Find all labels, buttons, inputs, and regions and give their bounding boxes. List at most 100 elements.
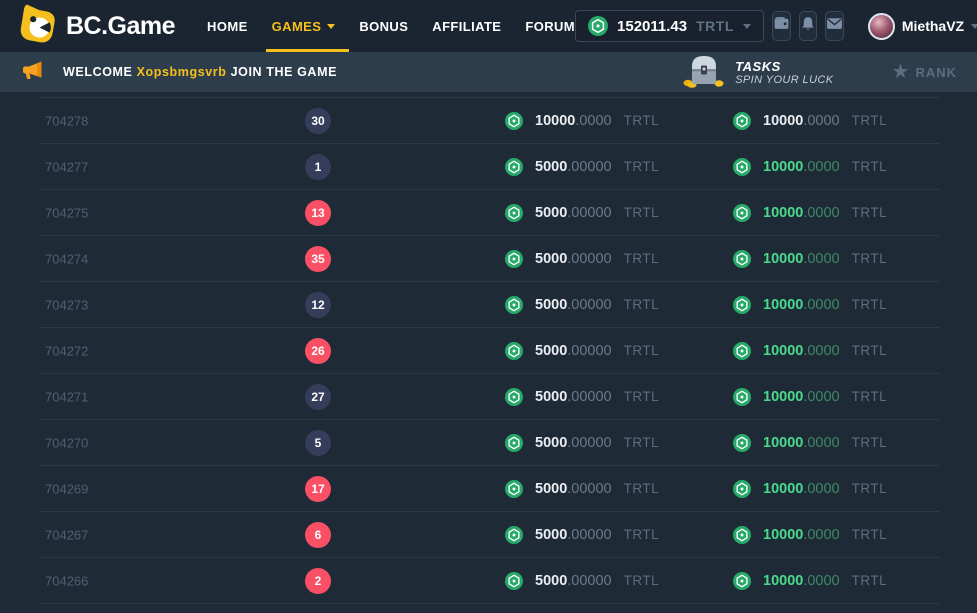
trtl-coin-icon xyxy=(733,158,751,176)
game-id: 704274 xyxy=(45,251,88,266)
wallet-icon xyxy=(773,15,790,37)
rank-widget[interactable]: ★ RANK xyxy=(892,62,958,82)
game-id: 704267 xyxy=(45,527,88,542)
table-row[interactable]: 704269 17 5000.00000 TRTL 10000.0 xyxy=(40,465,940,511)
game-id: 704277 xyxy=(45,159,88,174)
mail-icon xyxy=(826,15,843,37)
trtl-coin-icon xyxy=(733,250,751,268)
welcomed-username: Xopsbmgsvrb xyxy=(137,65,227,79)
result-number-badge: 26 xyxy=(305,338,331,364)
currency-label: TRTL xyxy=(624,251,660,266)
table-row[interactable]: 704273 12 5000.00000 TRTL 10000.0 xyxy=(40,281,940,327)
payout-amount: 10000.0000 TRTL xyxy=(733,204,887,222)
payout-amount: 10000.0000 TRTL xyxy=(733,388,887,406)
game-id: 704278 xyxy=(45,113,88,128)
table-row[interactable]: 704274 35 5000.00000 TRTL 10000.0 xyxy=(40,235,940,281)
result-number-badge: 12 xyxy=(305,292,331,318)
trtl-coin-icon xyxy=(733,204,751,222)
brand-text: BC.Game xyxy=(66,12,175,41)
game-id: 704273 xyxy=(45,297,88,312)
nav-bonus[interactable]: BONUS xyxy=(359,0,408,52)
messages-button[interactable] xyxy=(825,11,844,41)
tasks-title: TASKS xyxy=(735,59,833,74)
table-row[interactable]: 704266 2 5000.00000 TRTL 10000.00 xyxy=(40,557,940,603)
result-number-badge: 1 xyxy=(305,154,331,180)
top-header: BC.Game HOME GAMES BONUS AFFILIATE FORUM… xyxy=(0,0,977,52)
bcgame-logo[interactable]: BC.Game xyxy=(18,4,175,49)
result-number-badge: 35 xyxy=(305,246,331,272)
result-number-badge: 6 xyxy=(305,522,331,548)
trtl-coin-icon xyxy=(505,204,523,222)
currency-label: TRTL xyxy=(852,343,888,358)
bet-amount: 5000.00000 TRTL xyxy=(505,204,659,222)
table-row[interactable]: 704267 6 5000.00000 TRTL 10000.00 xyxy=(40,511,940,557)
star-icon: ★ xyxy=(892,62,910,82)
currency-label: TRTL xyxy=(624,389,660,404)
currency-label: TRTL xyxy=(624,435,660,450)
bell-icon xyxy=(800,16,816,37)
currency-label: TRTL xyxy=(624,113,660,128)
payout-amount: 10000.0000 TRTL xyxy=(733,526,887,544)
bet-amount: 5000.00000 TRTL xyxy=(505,480,659,498)
trtl-coin-icon xyxy=(733,112,751,130)
trtl-coin-icon xyxy=(505,250,523,268)
bet-amount: 5000.00000 TRTL xyxy=(505,572,659,590)
result-number-badge: 17 xyxy=(305,476,331,502)
payout-amount: 10000.0000 TRTL xyxy=(733,250,887,268)
game-id: 704266 xyxy=(45,573,88,588)
bets-table: 704278 30 10000.0000 TRTL 10000.0 xyxy=(40,97,940,604)
nav-affiliate[interactable]: AFFILIATE xyxy=(432,0,501,52)
balance-currency: TRTL xyxy=(696,18,734,34)
bet-amount: 5000.00000 TRTL xyxy=(505,296,659,314)
trtl-coin-icon xyxy=(505,112,523,130)
game-id: 704270 xyxy=(45,435,88,450)
payout-amount: 10000.0000 TRTL xyxy=(733,112,887,130)
currency-label: TRTL xyxy=(852,573,888,588)
user-menu[interactable]: MiethaVZ xyxy=(868,13,977,40)
wallet-button[interactable] xyxy=(772,11,791,41)
result-number-badge: 13 xyxy=(305,200,331,226)
currency-label: TRTL xyxy=(624,343,660,358)
tasks-subtitle: SPIN YOUR LUCK xyxy=(735,74,833,86)
currency-label: TRTL xyxy=(852,435,888,450)
table-row[interactable]: 704278 30 10000.0000 TRTL 10000.0 xyxy=(40,97,940,143)
currency-label: TRTL xyxy=(852,251,888,266)
bet-amount: 10000.0000 TRTL xyxy=(505,112,659,130)
chevron-down-icon xyxy=(971,24,977,29)
game-id: 704275 xyxy=(45,205,88,220)
payout-amount: 10000.0000 TRTL xyxy=(733,480,887,498)
notifications-button[interactable] xyxy=(799,11,817,41)
table-row[interactable]: 704275 13 5000.00000 TRTL 10000.0 xyxy=(40,189,940,235)
rank-label: RANK xyxy=(915,65,957,80)
balance-amount: 152011.43 xyxy=(617,18,687,35)
payout-amount: 10000.0000 TRTL xyxy=(733,158,887,176)
trtl-coin-icon xyxy=(505,434,523,452)
nav-games[interactable]: GAMES xyxy=(272,0,336,52)
trtl-coin-icon xyxy=(733,526,751,544)
table-row[interactable]: 704277 1 5000.00000 TRTL 10000.00 xyxy=(40,143,940,189)
main-nav: HOME GAMES BONUS AFFILIATE FORUM xyxy=(207,0,575,52)
balance-selector[interactable]: 152011.43 TRTL xyxy=(575,10,764,42)
nav-forum[interactable]: FORUM xyxy=(525,0,575,52)
table-row[interactable]: 704271 27 5000.00000 TRTL 10000.0 xyxy=(40,373,940,419)
username: MiethaVZ xyxy=(902,18,964,34)
bet-amount: 5000.00000 TRTL xyxy=(505,158,659,176)
bet-amount: 5000.00000 TRTL xyxy=(505,526,659,544)
trtl-coin-icon xyxy=(505,572,523,590)
currency-label: TRTL xyxy=(852,297,888,312)
game-id: 704269 xyxy=(45,481,88,496)
chevron-down-icon xyxy=(327,24,335,29)
currency-label: TRTL xyxy=(852,481,888,496)
currency-label: TRTL xyxy=(852,159,888,174)
announcement-banner: WELCOME Xopsbmgsvrb JOIN THE GAME TASKS … xyxy=(0,52,977,92)
payout-amount: 10000.0000 TRTL xyxy=(733,296,887,314)
trtl-coin-icon xyxy=(733,434,751,452)
table-row[interactable]: 704270 5 5000.00000 TRTL 10000.00 xyxy=(40,419,940,465)
megaphone-icon xyxy=(20,58,45,87)
avatar xyxy=(868,13,895,40)
trtl-coin-icon xyxy=(505,526,523,544)
tasks-widget[interactable]: TASKS SPIN YOUR LUCK xyxy=(681,52,833,93)
nav-home[interactable]: HOME xyxy=(207,0,248,52)
table-row[interactable]: 704272 26 5000.00000 TRTL 10000.0 xyxy=(40,327,940,373)
treasure-chest-icon xyxy=(681,52,725,93)
